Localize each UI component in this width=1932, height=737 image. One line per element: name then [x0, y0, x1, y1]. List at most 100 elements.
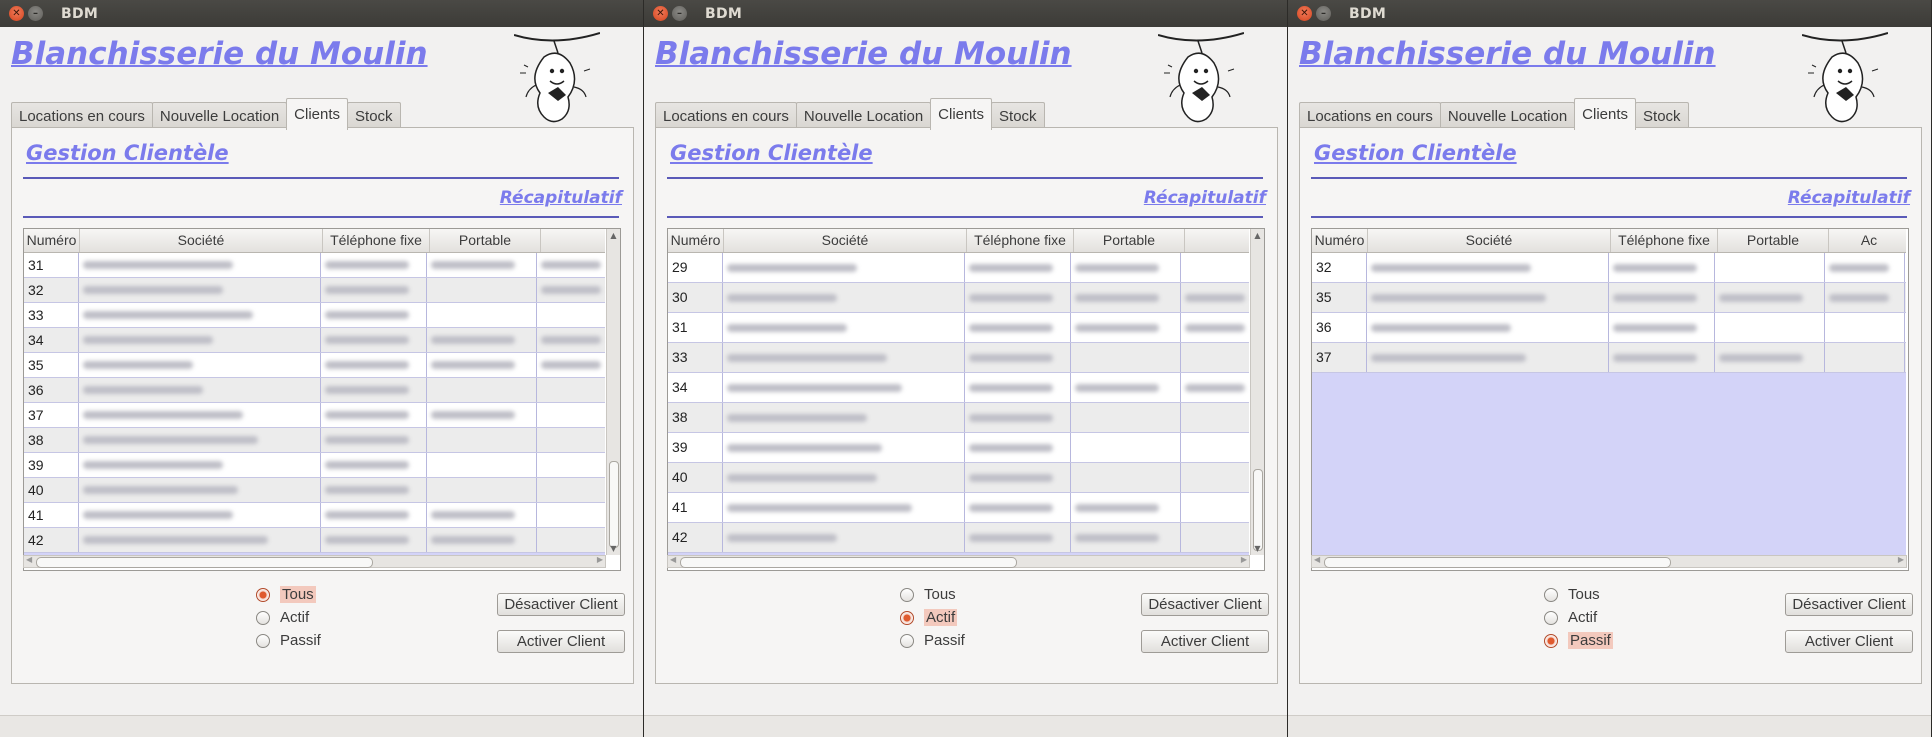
- table-row[interactable]: 29: [668, 253, 1261, 283]
- recap-link[interactable]: Récapitulatif: [1788, 188, 1910, 208]
- close-icon[interactable]: ✕: [653, 6, 668, 21]
- scrollbar-thumb[interactable]: [1324, 557, 1671, 568]
- table-row[interactable]: 39: [668, 433, 1261, 463]
- table-row[interactable]: 38: [668, 403, 1261, 433]
- scroll-up-icon[interactable]: ▲: [607, 231, 620, 240]
- column-header[interactable]: Téléphone fixe: [323, 229, 430, 252]
- radio-icon[interactable]: [900, 610, 914, 625]
- table-row[interactable]: 41: [24, 503, 617, 528]
- scroll-down-icon[interactable]: ▼: [1251, 544, 1264, 553]
- radio-tous[interactable]: Tous: [900, 583, 965, 606]
- column-header[interactable]: Numéro: [24, 229, 80, 252]
- minimize-icon[interactable]: –: [1316, 6, 1331, 21]
- table-row[interactable]: 36: [24, 378, 617, 403]
- radio-icon[interactable]: [256, 633, 270, 648]
- column-header[interactable]: Société: [80, 229, 323, 252]
- table-row[interactable]: 30: [668, 283, 1261, 313]
- tab-nouvelle-location[interactable]: Nouvelle Location: [1439, 102, 1576, 130]
- scrollbar-thumb[interactable]: [680, 557, 1017, 568]
- table-row[interactable]: 39: [24, 453, 617, 478]
- scrollbar-thumb[interactable]: [1253, 469, 1263, 551]
- minimize-icon[interactable]: –: [28, 6, 43, 21]
- column-header[interactable]: Téléphone fixe: [1611, 229, 1718, 252]
- tab-nouvelle-location[interactable]: Nouvelle Location: [151, 102, 288, 130]
- activate-client-button[interactable]: Activer Client: [1785, 630, 1913, 653]
- horizontal-scrollbar[interactable]: ◀ ▶: [1311, 555, 1907, 568]
- radio-icon[interactable]: [1544, 587, 1558, 602]
- column-header[interactable]: Portable: [1718, 229, 1829, 252]
- column-header[interactable]: Société: [724, 229, 967, 252]
- tab-clients[interactable]: Clients: [286, 98, 349, 130]
- table-row[interactable]: 33: [24, 303, 617, 328]
- radio-passif[interactable]: Passif: [256, 629, 321, 652]
- table-row[interactable]: 33: [668, 343, 1261, 373]
- tab-locations-en-cours[interactable]: Locations en cours: [1299, 102, 1441, 130]
- scroll-right-icon[interactable]: ▶: [1898, 555, 1904, 564]
- scrollbar-thumb[interactable]: [609, 461, 619, 548]
- table-row[interactable]: 41: [668, 493, 1261, 523]
- table-row[interactable]: 42: [24, 528, 617, 553]
- radio-icon[interactable]: [256, 610, 270, 625]
- radio-icon[interactable]: [900, 633, 914, 648]
- tab-clients[interactable]: Clients: [930, 98, 993, 130]
- column-header[interactable]: Portable: [430, 229, 541, 252]
- scrollbar-thumb[interactable]: [36, 557, 373, 568]
- radio-actif[interactable]: Actif: [256, 606, 321, 629]
- radio-passif[interactable]: Passif: [900, 629, 965, 652]
- recap-link[interactable]: Récapitulatif: [500, 188, 622, 208]
- radio-icon[interactable]: [1544, 633, 1558, 648]
- tab-nouvelle-location[interactable]: Nouvelle Location: [795, 102, 932, 130]
- table-row[interactable]: 32: [24, 278, 617, 303]
- column-header[interactable]: Numéro: [668, 229, 724, 252]
- horizontal-scrollbar[interactable]: ◀ ▶: [667, 555, 1250, 568]
- table-row[interactable]: 37: [1312, 343, 1906, 373]
- tab-stock[interactable]: Stock: [991, 102, 1045, 130]
- tab-stock[interactable]: Stock: [1635, 102, 1689, 130]
- table-row[interactable]: 40: [668, 463, 1261, 493]
- activate-client-button[interactable]: Activer Client: [497, 630, 625, 653]
- scroll-left-icon[interactable]: ◀: [1314, 555, 1320, 564]
- scroll-left-icon[interactable]: ◀: [26, 555, 32, 564]
- radio-actif[interactable]: Actif: [1544, 606, 1613, 629]
- scroll-right-icon[interactable]: ▶: [597, 555, 603, 564]
- table-row[interactable]: 32: [1312, 253, 1906, 283]
- table-row[interactable]: 37: [24, 403, 617, 428]
- tab-locations-en-cours[interactable]: Locations en cours: [11, 102, 153, 130]
- table-row[interactable]: 35: [24, 353, 617, 378]
- vertical-scrollbar[interactable]: ▲ ▼: [606, 229, 620, 555]
- table-row[interactable]: 40: [24, 478, 617, 503]
- radio-tous[interactable]: Tous: [256, 583, 321, 606]
- vertical-scrollbar[interactable]: ▲ ▼: [1250, 229, 1264, 555]
- activate-client-button[interactable]: Activer Client: [1141, 630, 1269, 653]
- radio-passif[interactable]: Passif: [1544, 629, 1613, 652]
- column-header[interactable]: Société: [1368, 229, 1611, 252]
- radio-actif[interactable]: Actif: [900, 606, 965, 629]
- recap-link[interactable]: Récapitulatif: [1144, 188, 1266, 208]
- column-header[interactable]: Portable: [1074, 229, 1185, 252]
- close-icon[interactable]: ✕: [1297, 6, 1312, 21]
- tab-locations-en-cours[interactable]: Locations en cours: [655, 102, 797, 130]
- radio-icon[interactable]: [256, 587, 270, 602]
- minimize-icon[interactable]: –: [672, 6, 687, 21]
- table-row[interactable]: 42: [668, 523, 1261, 553]
- scroll-up-icon[interactable]: ▲: [1251, 231, 1264, 240]
- radio-icon[interactable]: [900, 587, 914, 602]
- radio-tous[interactable]: Tous: [1544, 583, 1613, 606]
- table-row[interactable]: 34: [668, 373, 1261, 403]
- table-row[interactable]: 36: [1312, 313, 1906, 343]
- tab-stock[interactable]: Stock: [347, 102, 401, 130]
- deactivate-client-button[interactable]: Désactiver Client: [497, 593, 625, 616]
- table-row[interactable]: 31: [668, 313, 1261, 343]
- table-row[interactable]: 34: [24, 328, 617, 353]
- scroll-right-icon[interactable]: ▶: [1241, 555, 1247, 564]
- column-header[interactable]: Numéro: [1312, 229, 1368, 252]
- scroll-down-icon[interactable]: ▼: [607, 544, 620, 553]
- horizontal-scrollbar[interactable]: ◀ ▶: [23, 555, 606, 568]
- column-header[interactable]: Téléphone fixe: [967, 229, 1074, 252]
- table-row[interactable]: 31: [24, 253, 617, 278]
- column-header[interactable]: Ac: [1829, 229, 1908, 252]
- scroll-left-icon[interactable]: ◀: [670, 555, 676, 564]
- deactivate-client-button[interactable]: Désactiver Client: [1785, 593, 1913, 616]
- table-row[interactable]: 35: [1312, 283, 1906, 313]
- radio-icon[interactable]: [1544, 610, 1558, 625]
